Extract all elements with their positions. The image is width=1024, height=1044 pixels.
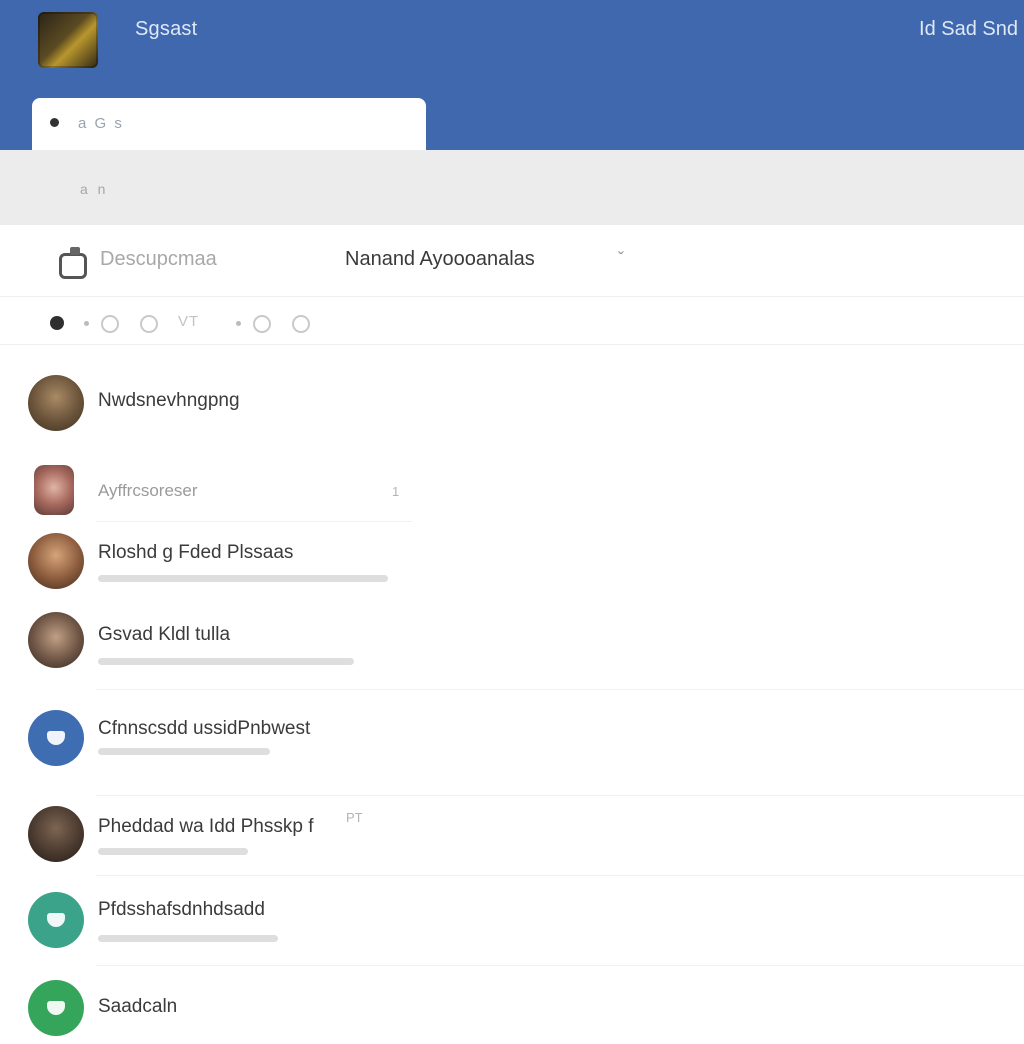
contact-name: Ayffrcsoreser <box>98 481 198 500</box>
page-title[interactable]: Nanand Ayoooanalas <box>345 248 535 271</box>
app-logo-icon[interactable] <box>38 12 98 68</box>
avatar[interactable] <box>28 892 84 948</box>
chat-bubble-icon <box>56 247 90 279</box>
address-bar[interactable]: a n <box>0 150 1024 225</box>
message-preview <box>98 658 354 665</box>
chevron-down-icon[interactable]: ˇ <box>618 249 624 270</box>
app-toolbar: Descupcmaa Nanand Ayoooanalas ˇ <box>0 225 1024 297</box>
avatar[interactable] <box>28 710 84 766</box>
list-item[interactable]: Ayffrcsoreser 1 <box>0 457 1024 522</box>
contact-name: Gsvad Kldl tulla <box>98 624 231 645</box>
message-preview <box>98 848 248 855</box>
tab-label: a G s <box>78 115 124 132</box>
contact-name: Rloshd g Fded Plssaas <box>98 542 294 563</box>
contact-name: Nwdsnevhngpng <box>98 390 240 411</box>
avatar[interactable] <box>34 465 74 515</box>
filter-circle-icon[interactable] <box>253 315 271 333</box>
message-timestamp: PT <box>346 810 363 825</box>
contact-name: Pfdsshafsdnhdsadd <box>98 899 265 920</box>
separator-dot-icon <box>84 321 89 326</box>
avatar[interactable] <box>28 612 84 668</box>
list-item[interactable]: Saadcaln <box>0 966 1024 1044</box>
separator-dot-icon <box>236 321 241 326</box>
filter-label[interactable]: VT <box>178 313 199 330</box>
list-item[interactable]: Nwdsnevhngpng <box>0 345 1024 457</box>
avatar[interactable] <box>28 806 84 862</box>
list-item[interactable]: Cfnnscsdd ussidPnbwest <box>0 690 1024 796</box>
status-dot-icon[interactable] <box>50 316 64 330</box>
header-account-link[interactable]: Id Sad Snd <box>919 18 1018 41</box>
list-item[interactable]: Pheddad wa Idd Phsskp f PT <box>0 796 1024 876</box>
filter-circle-icon[interactable] <box>101 315 119 333</box>
browser-tab[interactable]: a G s <box>32 98 426 152</box>
contact-list: Nwdsnevhngpng Ayffrcsoreser 1 Rloshd g F… <box>0 345 1024 1044</box>
filter-circle-icon[interactable] <box>292 315 310 333</box>
avatar[interactable] <box>28 980 84 1036</box>
shield-icon <box>47 913 65 927</box>
message-preview <box>98 748 270 755</box>
message-preview <box>98 575 388 582</box>
list-item[interactable]: Rloshd g Fded Plssaas <box>0 522 1024 602</box>
list-item[interactable]: Gsvad Kldl tulla <box>0 602 1024 690</box>
shield-icon <box>47 1001 65 1015</box>
list-item[interactable]: Pfdsshafsdnhdsadd <box>0 876 1024 966</box>
app-header: Sgsast Id Sad Snd a G s <box>0 0 1024 152</box>
contact-name: Cfnnscsdd ussidPnbwest <box>98 718 311 739</box>
contact-name: Pheddad wa Idd Phsskp f <box>98 816 314 837</box>
contact-name: Saadcaln <box>98 996 178 1017</box>
address-text[interactable]: a n <box>80 181 108 197</box>
message-preview <box>98 935 278 942</box>
avatar[interactable] <box>28 533 84 589</box>
app-title: Sgsast <box>135 18 198 40</box>
brand-label[interactable]: Descupcmaa <box>100 248 217 271</box>
filter-circle-icon[interactable] <box>140 315 158 333</box>
unread-count: 1 <box>392 484 400 499</box>
avatar[interactable] <box>28 375 84 431</box>
shield-icon <box>47 731 65 745</box>
filter-toolbar: VT <box>0 297 1024 345</box>
tab-favicon-icon <box>50 118 59 127</box>
